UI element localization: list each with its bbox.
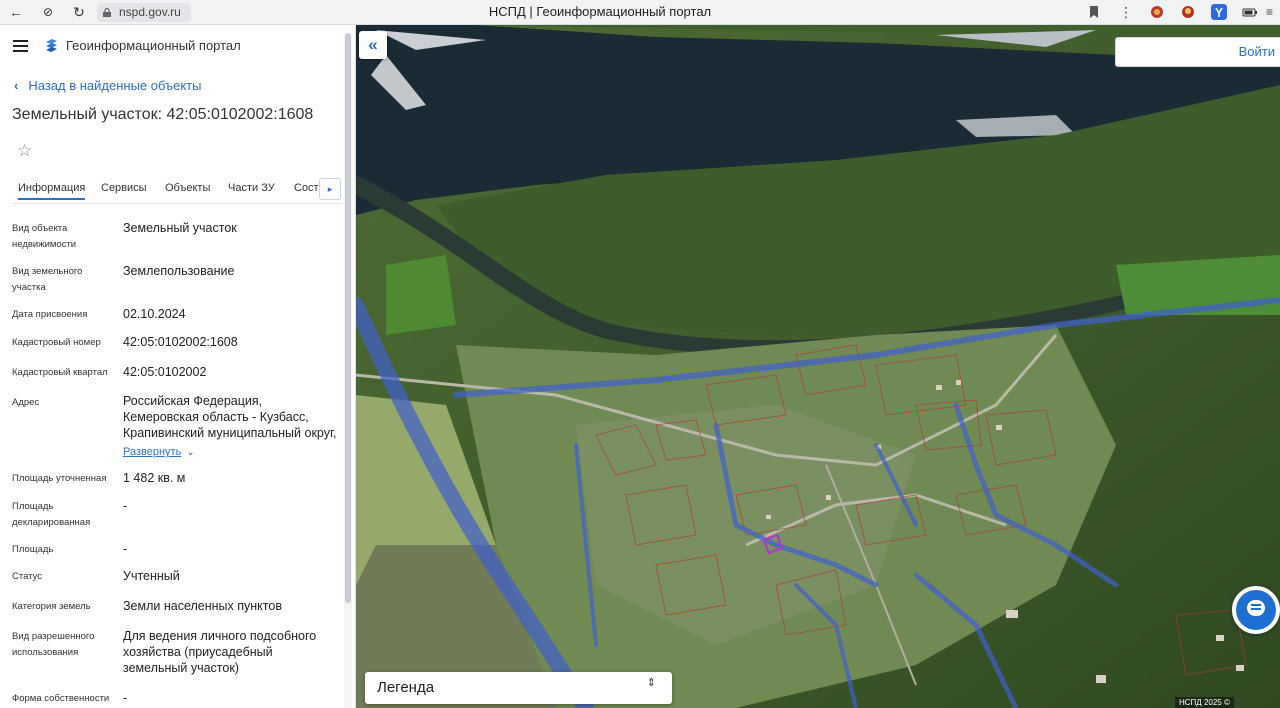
- expand-label: Развернуть: [123, 446, 182, 458]
- chevron-down-icon: ⌄: [186, 447, 195, 458]
- chat-support-button[interactable]: [1232, 586, 1280, 634]
- field-value: 42:05:0102002: [123, 365, 207, 379]
- field-value: -: [123, 499, 128, 513]
- object-title: Земельный участок: 42:05:0102002:1608: [12, 106, 314, 123]
- window-title: НСПД | Геоинформационный портал: [488, 4, 712, 19]
- field-label: Кадастровый квартал: [12, 367, 108, 378]
- legend-dropdown[interactable]: Легенда ⇕: [365, 672, 672, 704]
- address-expand-link[interactable]: Развернуть ⌄: [123, 443, 343, 461]
- back-link-label: Назад в найденные объекты: [28, 78, 202, 93]
- updown-chevron-icon: ⇕: [646, 677, 656, 689]
- field-value: -: [123, 691, 128, 705]
- map-copyright: НСПД 2025 ©: [1175, 697, 1234, 708]
- login-button[interactable]: Войти: [1115, 37, 1280, 67]
- tab-objects[interactable]: Объекты: [165, 182, 210, 194]
- field-value: -: [123, 542, 128, 556]
- field-value: Учтенный: [123, 569, 180, 583]
- object-info-panel: Геоинформационный портал ‹ Назад в найден…: [0, 25, 356, 708]
- yandex-icon[interactable]: [1211, 4, 1227, 20]
- field-value: 1 482 кв. м: [123, 471, 186, 485]
- field-label: Дата присвоения: [12, 309, 88, 320]
- field-label: Категория земель: [12, 601, 91, 612]
- field-label: Адрес: [12, 397, 40, 408]
- field-label: Вид разрешенного использования: [12, 631, 95, 658]
- battery-icon: [1242, 8, 1257, 17]
- bookmark-icon[interactable]: [1086, 4, 1102, 20]
- hamburger-menu-icon[interactable]: [13, 40, 28, 52]
- chat-line: [1251, 608, 1261, 610]
- back-to-results-link[interactable]: ‹ Назад в найденные объекты: [14, 78, 201, 93]
- field-value: 02.10.2024: [123, 307, 186, 321]
- satellite-map[interactable]: [356, 25, 1280, 708]
- field-value: 42:05:0102002:1608: [123, 335, 238, 349]
- tab-parts[interactable]: Части ЗУ: [228, 182, 275, 194]
- browser-toolbar: ← ⊘ ↻ nspd.gov.ru НСПД | Геоинформационн…: [0, 0, 1280, 25]
- field-value: Земельный участок: [123, 221, 237, 235]
- field-label: Площадь уточненная: [12, 473, 107, 484]
- more-menu-icon[interactable]: ⋮: [1118, 4, 1134, 20]
- window-menu-icon[interactable]: ≡: [1266, 4, 1280, 20]
- field-value: Для ведения личного подсобного хозяйства…: [123, 629, 317, 675]
- portal-logo-icon: [46, 39, 57, 52]
- portal-title: Геоинформационный портал: [66, 38, 241, 53]
- chevron-left-icon: ‹: [14, 78, 19, 93]
- object-tabs: Информация Сервисы Объекты Части ЗУ Сост…: [12, 180, 342, 204]
- panel-scrollbar[interactable]: [344, 33, 352, 708]
- field-label: Вид объекта недвижимости: [12, 223, 77, 250]
- extension-icon[interactable]: [1180, 4, 1196, 20]
- field-label: Форма собственности: [12, 693, 110, 704]
- field-value: Земли населенных пунктов: [123, 599, 282, 613]
- extension-icon[interactable]: [1149, 4, 1165, 20]
- collapse-panel-button[interactable]: «: [359, 31, 387, 59]
- address-value: Российская Федерация, Кемеровская област…: [123, 394, 337, 440]
- field-label: Площадь: [12, 544, 54, 555]
- favorite-star-icon[interactable]: ☆: [17, 141, 32, 161]
- legend-label: Легенда: [377, 679, 435, 696]
- field-label: Статус: [12, 571, 43, 582]
- tab-services[interactable]: Сервисы: [101, 182, 147, 194]
- field-label: Площадь декларированная: [12, 501, 91, 528]
- field-label: Кадастровый номер: [12, 337, 101, 348]
- tab-information[interactable]: Информация: [18, 182, 86, 200]
- chat-line: [1251, 604, 1261, 606]
- field-value: Землепользование: [123, 264, 235, 278]
- scrollbar-thumb[interactable]: [345, 33, 351, 603]
- tabs-scroll-right-icon[interactable]: ▸: [319, 178, 341, 200]
- field-label: Вид земельного участка: [12, 266, 83, 293]
- map-imagery: [356, 25, 1280, 708]
